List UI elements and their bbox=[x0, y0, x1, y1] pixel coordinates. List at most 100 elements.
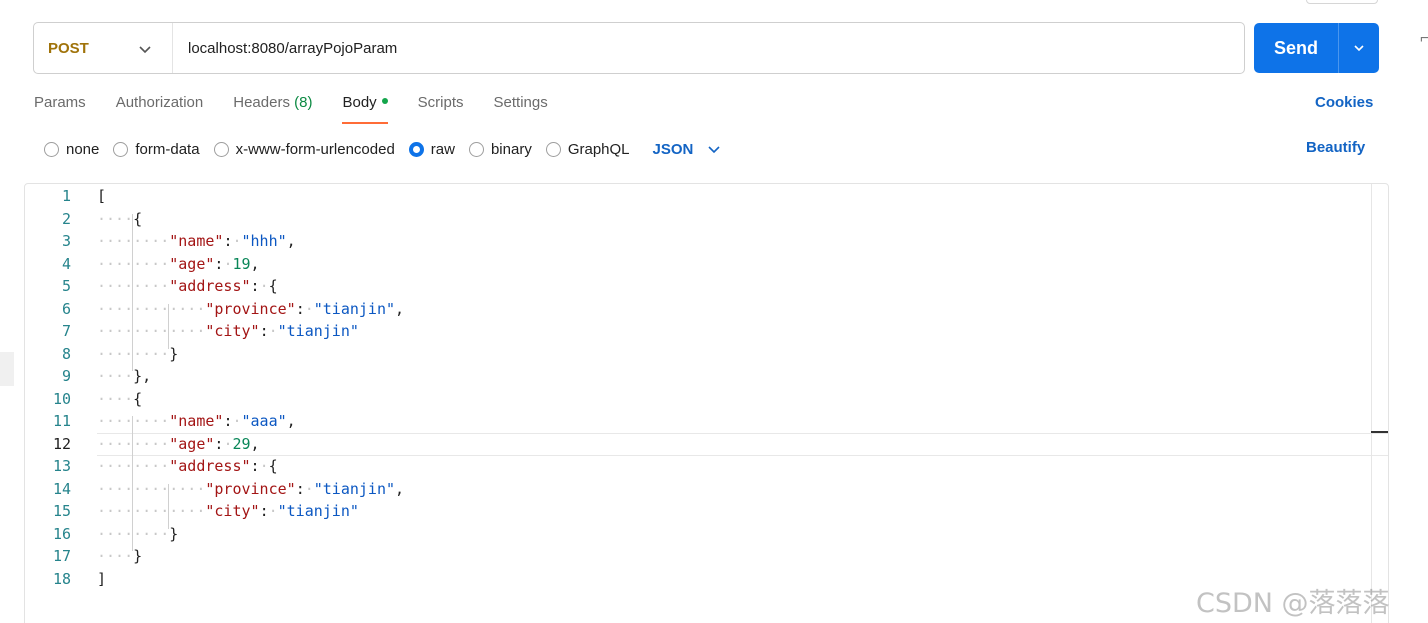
json-punctuation: , bbox=[286, 412, 296, 430]
cropped-edge-icon: ⌐ bbox=[1420, 30, 1428, 47]
whitespace-marker: ···· bbox=[97, 389, 134, 408]
radio-button[interactable] bbox=[545, 141, 561, 157]
cookies-link[interactable]: Cookies bbox=[1315, 94, 1373, 111]
tab-body[interactable]: Body bbox=[342, 92, 388, 124]
tab-scripts[interactable]: Scripts bbox=[418, 92, 464, 124]
code-line[interactable]: 15 ············"city":·"tianjin" bbox=[25, 500, 1365, 523]
line-number: 15 bbox=[52, 502, 71, 520]
json-punctuation: [ bbox=[97, 187, 107, 205]
line-number: 6 bbox=[61, 299, 71, 318]
json-punctuation: : bbox=[295, 479, 305, 498]
code-line[interactable]: 14 ············"province":·"tianjin", bbox=[25, 478, 1365, 501]
json-key: "name" bbox=[169, 232, 224, 250]
language-select[interactable]: JSON bbox=[653, 141, 722, 158]
body-type-form-data[interactable]: form-data bbox=[113, 141, 200, 158]
code-text: ····{ bbox=[97, 208, 142, 231]
code-line[interactable]: 1[ bbox=[25, 185, 1365, 208]
line-number: 8 bbox=[61, 344, 71, 363]
whitespace-marker: · bbox=[304, 479, 314, 498]
json-key: "age" bbox=[169, 254, 215, 273]
json-punctuation: { bbox=[268, 277, 278, 295]
line-number: 7 bbox=[61, 322, 71, 340]
json-key: "address" bbox=[169, 457, 251, 475]
json-string: "aaa" bbox=[241, 412, 287, 430]
code-line[interactable]: 17 ····} bbox=[25, 545, 1365, 568]
send-button[interactable]: Send bbox=[1254, 23, 1379, 73]
code-line[interactable]: 8 ········} bbox=[25, 343, 1365, 366]
code-editor[interactable]: 1[2 ····{3 ········"name":·"hhh", 4 ········… bbox=[24, 183, 1389, 623]
send-options-button[interactable] bbox=[1339, 41, 1379, 55]
code-line[interactable]: 9 ····}, bbox=[25, 365, 1365, 388]
code-line[interactable]: 4 ········"age":·19, bbox=[25, 253, 1365, 276]
json-punctuation: : bbox=[259, 502, 269, 520]
beautify-button[interactable]: Beautify bbox=[1306, 139, 1365, 156]
line-number: 2 bbox=[61, 209, 71, 228]
line-number: 1 bbox=[61, 187, 71, 205]
code-text: ········} bbox=[97, 343, 178, 366]
json-punctuation: , bbox=[250, 254, 260, 273]
radio-button[interactable] bbox=[113, 141, 129, 157]
whitespace-marker: ············ bbox=[97, 299, 206, 318]
code-line[interactable]: 10 ····{ bbox=[25, 388, 1365, 411]
url-bar: POST localhost:8080/arrayPojoParam bbox=[33, 22, 1245, 74]
code-line[interactable]: 5 ········"address":·{ bbox=[25, 275, 1365, 298]
line-number: 9 bbox=[61, 367, 71, 385]
method-select[interactable]: POST bbox=[34, 23, 173, 73]
url-input[interactable]: localhost:8080/arrayPojoParam bbox=[173, 40, 397, 57]
whitespace-marker: ········ bbox=[97, 232, 170, 250]
code-line[interactable]: 16 ········} bbox=[25, 523, 1365, 546]
radio-button[interactable] bbox=[468, 141, 484, 157]
radio-button[interactable] bbox=[44, 141, 59, 157]
scrollbar-cursor-marker bbox=[1371, 431, 1388, 433]
body-indicator-dot bbox=[381, 98, 388, 105]
json-punctuation: }, bbox=[133, 367, 152, 385]
tab-headers[interactable]: Headers (8) bbox=[233, 92, 312, 124]
radio-button[interactable] bbox=[213, 141, 229, 157]
code-text: ····} bbox=[97, 545, 142, 568]
radio-button-selected[interactable] bbox=[408, 141, 424, 157]
json-punctuation: : bbox=[295, 299, 305, 318]
whitespace-marker: ············ bbox=[97, 502, 206, 520]
code-line[interactable]: 11 ········"name":·"aaa", bbox=[25, 410, 1365, 433]
code-line[interactable]: 3 ········"name":·"hhh", bbox=[25, 230, 1365, 253]
tab-label: Headers bbox=[233, 94, 290, 111]
code-line[interactable]: 7 ············"city":·"tianjin" bbox=[25, 320, 1365, 343]
code-text: ····}, bbox=[97, 365, 151, 388]
json-string: "tianjin" bbox=[313, 479, 396, 498]
whitespace-marker: · bbox=[259, 457, 269, 475]
json-key: "age" bbox=[169, 434, 215, 453]
body-type-raw[interactable]: raw bbox=[408, 141, 455, 158]
whitespace-marker: ········ bbox=[97, 412, 170, 430]
code-line[interactable]: 2 ····{ bbox=[25, 208, 1365, 231]
tab-params[interactable]: Params bbox=[34, 92, 86, 124]
body-type-urlencoded[interactable]: x-www-form-urlencoded bbox=[213, 141, 395, 158]
code-line[interactable]: 18] bbox=[25, 568, 1365, 591]
line-number: 14 bbox=[52, 479, 71, 498]
code-text: [ bbox=[97, 185, 106, 208]
body-type-binary[interactable]: binary bbox=[468, 140, 532, 158]
json-punctuation: , bbox=[395, 479, 405, 498]
code-line[interactable]: 13 ········"address":·{ bbox=[25, 455, 1365, 478]
body-type-graphql[interactable]: GraphQL bbox=[545, 141, 630, 158]
line-number: 17 bbox=[52, 547, 71, 565]
json-punctuation: } bbox=[169, 344, 179, 363]
tab-label: Scripts bbox=[417, 94, 464, 111]
code-line[interactable]: 12 ········"age":·29, bbox=[25, 433, 1365, 456]
body-type-none[interactable]: none bbox=[44, 141, 99, 158]
code-text: ············"city":·"tianjin" bbox=[97, 320, 359, 343]
code-line[interactable]: 6 ············"province":·"tianjin", bbox=[25, 298, 1365, 321]
option-label: binary bbox=[490, 140, 532, 158]
json-string: "hhh" bbox=[241, 232, 287, 250]
tab-authorization[interactable]: Authorization bbox=[116, 92, 204, 124]
editor-scrollbar[interactable] bbox=[1371, 184, 1372, 623]
json-number: 29 bbox=[232, 434, 251, 453]
json-punctuation: : bbox=[259, 322, 269, 340]
request-tabs: Params Authorization Headers (8) Body Sc… bbox=[34, 92, 578, 124]
json-string: "tianjin" bbox=[277, 322, 359, 340]
body-type-selector: none form-data x-www-form-urlencoded raw… bbox=[44, 138, 721, 160]
tab-settings[interactable]: Settings bbox=[494, 92, 548, 124]
line-number: 3 bbox=[61, 232, 71, 250]
chevron-down-icon bbox=[708, 146, 720, 154]
whitespace-marker: ···· bbox=[97, 209, 134, 228]
json-punctuation: : bbox=[250, 457, 260, 475]
